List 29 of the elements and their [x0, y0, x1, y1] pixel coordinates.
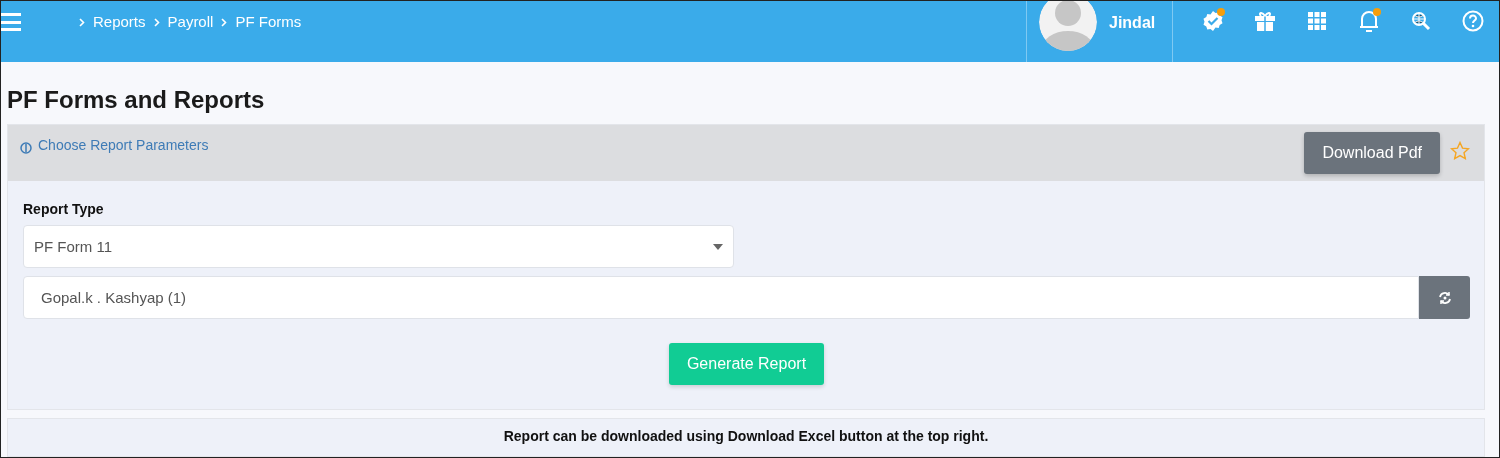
generate-report-button[interactable]: Generate Report: [668, 343, 825, 385]
download-pdf-button[interactable]: Download Pdf: [1304, 132, 1440, 174]
breadcrumb-link[interactable]: Payroll: [167, 13, 214, 30]
chevron-icon: [153, 18, 160, 27]
notification-dot: [1373, 8, 1381, 16]
breadcrumb-link[interactable]: PF Forms: [235, 13, 302, 30]
report-type-select[interactable]: PF Form 11: [23, 225, 734, 268]
globe-search-icon: [1411, 11, 1431, 31]
breadcrumb-link[interactable]: Reports: [93, 13, 146, 30]
caret-icon: [713, 243, 723, 250]
help-icon: [1462, 10, 1484, 32]
menu-button[interactable]: [1, 13, 23, 31]
employee-field[interactable]: Gopal.k . Kashyap (1): [23, 276, 1419, 319]
verified-badge-icon: [1202, 10, 1224, 32]
grid-icon: [1308, 12, 1326, 30]
star-icon[interactable]: [1450, 141, 1470, 161]
download-note: Report can be downloaded using Download Excel button at the top right.: [503, 428, 989, 446]
refresh-button[interactable]: [1419, 276, 1470, 319]
bell-icon: [1358, 9, 1380, 33]
choose-parameters-link[interactable]: Choose Report Parameters: [38, 137, 209, 153]
help-circle-icon: [20, 142, 32, 154]
chevron-icon: [221, 18, 228, 27]
chevron-icon: [79, 18, 85, 27]
report-type-label: Report Type: [23, 201, 105, 217]
refresh-icon: [1437, 290, 1452, 305]
notification-dot: [1217, 8, 1225, 16]
user-name: Jindal: [1109, 14, 1156, 32]
page-title: PF Forms and Reports: [7, 86, 266, 114]
gift-icon: [1254, 10, 1276, 32]
